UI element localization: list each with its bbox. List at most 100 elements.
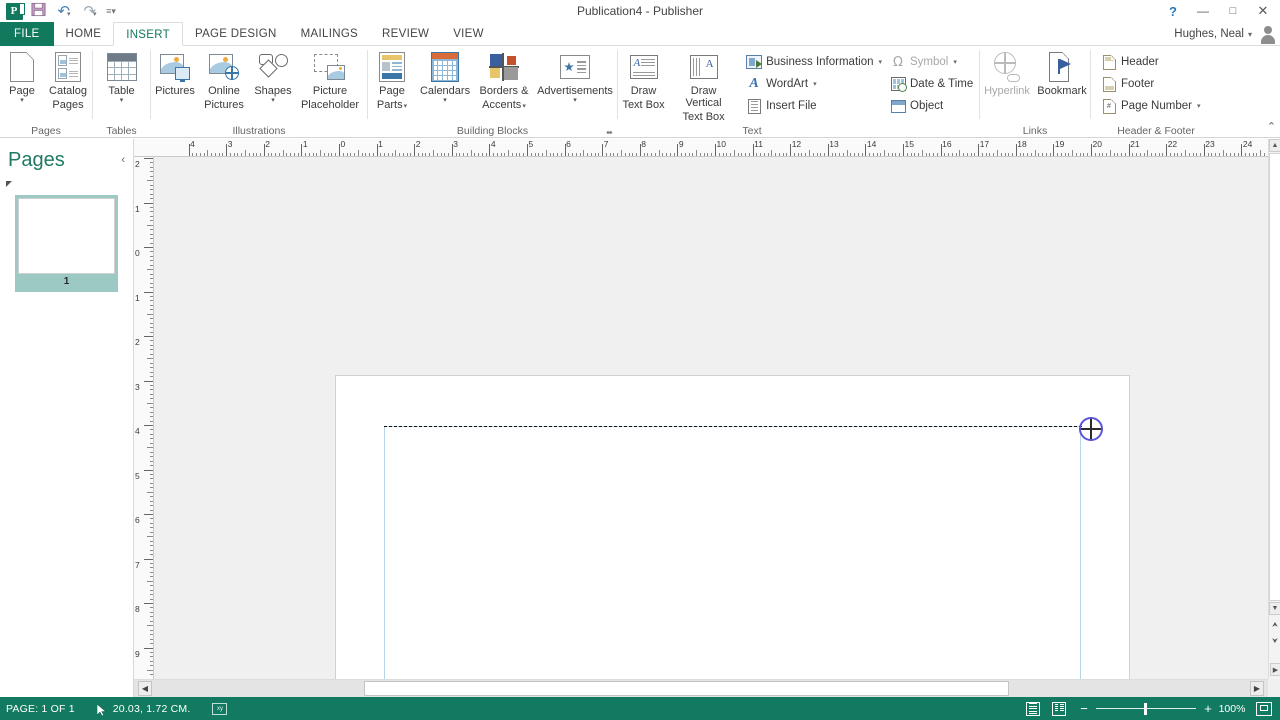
- object-size-badge[interactable]: xy: [212, 702, 228, 715]
- date-time-button[interactable]: Date & Time: [886, 73, 977, 95]
- hyperlink-button[interactable]: Hyperlink: [980, 49, 1034, 97]
- page-indicator[interactable]: PAGE: 1 OF 1: [6, 703, 75, 715]
- ruler-tick-minor: [1215, 152, 1217, 156]
- horizontal-ruler[interactable]: 4 3 2 1 0 1 2 3 4 5 6 7 8 9 10 11 12 13 14 15 16 17 18 19 20 21 22…: [134, 139, 1268, 157]
- ruler-tick-minor: [925, 152, 927, 156]
- maximize-button[interactable]: □: [1218, 1, 1248, 21]
- object-button[interactable]: Object: [886, 95, 977, 117]
- zoom-out-button[interactable]: −: [1078, 702, 1090, 715]
- scroll-left-button[interactable]: ◀: [138, 681, 152, 696]
- zoom-in-button[interactable]: +: [1202, 702, 1214, 715]
- draw-vertical-text-box-button[interactable]: A Draw Vertical Text Box: [669, 49, 738, 123]
- chevron-down-icon[interactable]: ▾: [1248, 30, 1252, 39]
- scroll-down-button[interactable]: ▼: [1269, 602, 1280, 615]
- chevron-down-icon[interactable]: ▾: [1197, 102, 1201, 110]
- chevron-down-icon[interactable]: ▾: [573, 97, 577, 105]
- chevron-down-icon[interactable]: ▾: [271, 97, 275, 105]
- business-information-button[interactable]: Business Information ▾: [742, 51, 886, 73]
- ruler-tick-minor: [1218, 152, 1220, 156]
- page-parts-button[interactable]: Page Parts▾: [368, 49, 416, 113]
- document-canvas[interactable]: [155, 158, 1268, 679]
- calendars-button[interactable]: Calendars ▾: [416, 49, 474, 105]
- picture-placeholder-label-line1: Picture: [312, 85, 348, 97]
- ruler-tick-minor: [1057, 152, 1059, 156]
- ruler-tick-minor: [149, 189, 153, 191]
- ruler-tick-minor: [149, 184, 153, 186]
- tab-home[interactable]: HOME: [54, 22, 114, 46]
- ruler-label-h: 18: [1017, 139, 1027, 149]
- ruler-tick-major: [144, 291, 153, 293]
- horizontal-scrollbar-thumb[interactable]: [364, 681, 1009, 696]
- account-area[interactable]: Hughes, Neal ▾: [1174, 22, 1278, 46]
- two-page-spread-view-button[interactable]: [1046, 697, 1072, 720]
- footer-button[interactable]: Footer: [1097, 73, 1204, 95]
- table-button[interactable]: Table ▾: [98, 49, 146, 105]
- horizontal-scrollbar[interactable]: ◀ ▶: [134, 679, 1268, 697]
- ruler-label-h: 8: [641, 139, 647, 149]
- bookmark-button[interactable]: Bookmark: [1034, 49, 1090, 97]
- ruler-tick-minor: [149, 278, 153, 280]
- symbol-button[interactable]: Ω Symbol ▾: [886, 51, 977, 73]
- ruler-tick-minor: [149, 416, 153, 418]
- page-button[interactable]: Page ▾: [0, 49, 44, 105]
- scroll-right-button[interactable]: ▶: [1250, 681, 1264, 696]
- online-pictures-button[interactable]: Online Pictures: [199, 49, 249, 111]
- insert-file-button[interactable]: Insert File: [742, 95, 886, 117]
- borders-accents-button[interactable]: Borders & Accents▾: [474, 49, 534, 113]
- zoom-slider-thumb[interactable]: [1144, 702, 1147, 715]
- close-button[interactable]: ✕: [1248, 1, 1278, 21]
- collapse-ribbon-button[interactable]: ⌃: [1267, 120, 1276, 133]
- ruler-tick-minor: [846, 150, 848, 156]
- help-button[interactable]: ?: [1158, 1, 1188, 21]
- expander-triangle-icon[interactable]: [6, 181, 12, 187]
- next-page-button[interactable]: ⮟: [1269, 635, 1280, 649]
- ruler-tick-minor: [320, 150, 322, 156]
- tab-page-design[interactable]: PAGE DESIGN: [183, 22, 289, 46]
- ruler-tick-minor: [557, 152, 559, 156]
- ruler-tick-minor: [149, 629, 153, 631]
- zoom-level-label[interactable]: 100%: [1214, 703, 1250, 715]
- chevron-down-icon[interactable]: ▾: [120, 97, 124, 105]
- tab-review[interactable]: REVIEW: [370, 22, 441, 46]
- page-number-button[interactable]: # Page Number ▾: [1097, 95, 1204, 117]
- chevron-down-icon[interactable]: ▾: [443, 97, 447, 105]
- ruler-tick-minor: [872, 152, 874, 156]
- chevron-down-icon[interactable]: ▾: [953, 58, 957, 66]
- chevron-down-icon[interactable]: ▾: [813, 80, 817, 88]
- avatar[interactable]: [1258, 24, 1278, 44]
- zoom-slider[interactable]: [1096, 702, 1196, 715]
- tab-view[interactable]: VIEW: [441, 22, 496, 46]
- catalog-pages-button[interactable]: Catalog Pages: [44, 49, 92, 111]
- minimize-button[interactable]: —: [1188, 1, 1218, 21]
- previous-page-button[interactable]: ⮝: [1269, 619, 1280, 633]
- pictures-button[interactable]: Pictures: [151, 49, 199, 97]
- vertical-scrollbar[interactable]: ▲ ▼ ⮝ ⮟ ▶: [1268, 139, 1280, 679]
- chevron-down-icon[interactable]: ▾: [522, 103, 526, 110]
- vertical-scrollbar-thumb[interactable]: [1269, 153, 1280, 601]
- ruler-tick-minor: [425, 152, 427, 156]
- chevron-down-icon[interactable]: ▾: [878, 58, 882, 66]
- ruler-tick-minor: [380, 152, 382, 156]
- footer-icon: [1101, 76, 1117, 92]
- ruler-tick-minor: [149, 527, 153, 529]
- tab-file[interactable]: FILE: [0, 22, 54, 46]
- picture-placeholder-button[interactable]: Picture Placeholder: [297, 49, 363, 111]
- vertical-ruler[interactable]: 21012345678910: [134, 157, 154, 697]
- advertisements-button[interactable]: Advertisements ▾: [534, 49, 616, 105]
- chevron-down-icon[interactable]: ▾: [20, 97, 24, 105]
- wordart-button[interactable]: A WordArt ▾: [742, 73, 886, 95]
- shapes-button[interactable]: Shapes ▾: [249, 49, 297, 105]
- business-information-icon: [746, 54, 763, 70]
- single-page-view-button[interactable]: [1020, 697, 1046, 720]
- collapse-pane-icon[interactable]: ‹: [121, 154, 125, 166]
- draw-text-box-button[interactable]: A Draw Text Box: [618, 49, 669, 111]
- tab-insert[interactable]: INSERT: [113, 22, 183, 46]
- chevron-down-icon[interactable]: ▾: [404, 103, 408, 110]
- header-button[interactable]: Header: [1097, 51, 1204, 73]
- dialog-launcher-icon[interactable]: ⬌: [605, 128, 614, 137]
- scroll-up-button[interactable]: ▲: [1269, 139, 1280, 152]
- page-thumbnail-1[interactable]: 1: [15, 195, 118, 292]
- tab-mailings[interactable]: MAILINGS: [289, 22, 370, 46]
- next-object-button[interactable]: ▶: [1270, 663, 1280, 676]
- fit-page-button[interactable]: [1256, 701, 1272, 716]
